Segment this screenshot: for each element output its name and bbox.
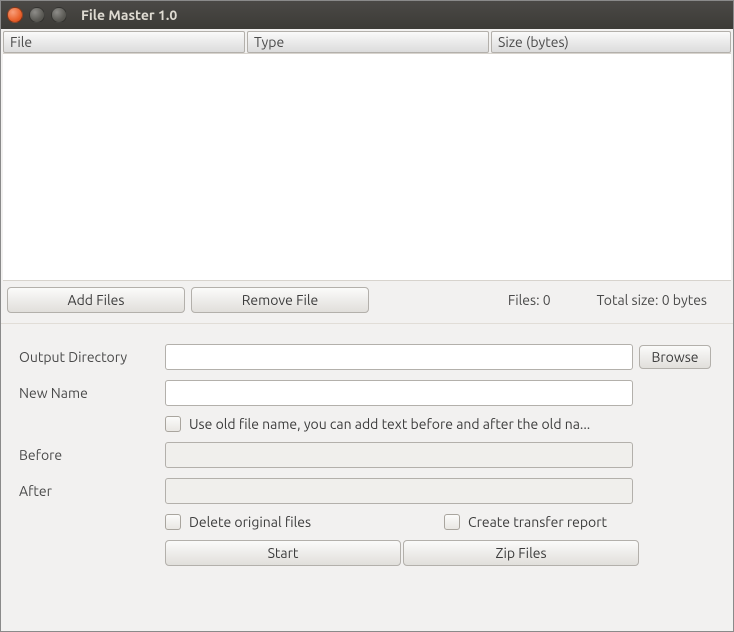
column-header-size[interactable]: Size (bytes) bbox=[491, 31, 731, 53]
app-window: File Master 1.0 File Type Size (bytes) A… bbox=[0, 0, 734, 632]
create-report-label: Create transfer report bbox=[468, 514, 607, 530]
after-input bbox=[165, 478, 633, 504]
create-report-checkbox[interactable] bbox=[444, 514, 460, 530]
remove-file-button[interactable]: Remove File bbox=[191, 287, 369, 313]
browse-button[interactable]: Browse bbox=[639, 345, 711, 369]
files-count: Files: 0 bbox=[488, 292, 571, 308]
close-icon[interactable] bbox=[7, 7, 23, 23]
options-row: Delete original files Create transfer re… bbox=[165, 514, 715, 530]
use-old-name-label: Use old file name, you can add text befo… bbox=[189, 416, 590, 432]
use-old-name-row: Use old file name, you can add text befo… bbox=[165, 416, 715, 432]
output-dir-input[interactable] bbox=[165, 344, 633, 370]
delete-original-checkbox[interactable] bbox=[165, 514, 181, 530]
new-name-label: New Name bbox=[19, 385, 159, 401]
zip-files-button[interactable]: Zip Files bbox=[403, 540, 639, 566]
titlebar: File Master 1.0 bbox=[1, 1, 733, 29]
output-dir-label: Output Directory bbox=[19, 349, 159, 365]
column-headers: File Type Size (bytes) bbox=[1, 29, 733, 53]
minimize-icon[interactable] bbox=[29, 7, 45, 23]
start-button[interactable]: Start bbox=[165, 540, 401, 566]
action-row: Add Files Remove File Files: 0 Total siz… bbox=[1, 281, 733, 324]
add-files-button[interactable]: Add Files bbox=[7, 287, 185, 313]
before-input bbox=[165, 442, 633, 468]
settings-form: Output Directory Browse New Name Use old… bbox=[1, 324, 733, 566]
total-size: Total size: 0 bytes bbox=[577, 292, 727, 308]
before-label: Before bbox=[19, 447, 159, 463]
after-label: After bbox=[19, 483, 159, 499]
column-header-file[interactable]: File bbox=[3, 31, 245, 53]
new-name-input[interactable] bbox=[165, 380, 633, 406]
window-title: File Master 1.0 bbox=[81, 7, 177, 23]
bottom-buttons: Start Zip Files bbox=[165, 540, 715, 566]
file-list[interactable] bbox=[3, 53, 731, 281]
use-old-name-checkbox[interactable] bbox=[165, 416, 181, 432]
delete-original-label: Delete original files bbox=[189, 514, 311, 530]
maximize-icon[interactable] bbox=[51, 7, 67, 23]
column-header-type[interactable]: Type bbox=[247, 31, 489, 53]
